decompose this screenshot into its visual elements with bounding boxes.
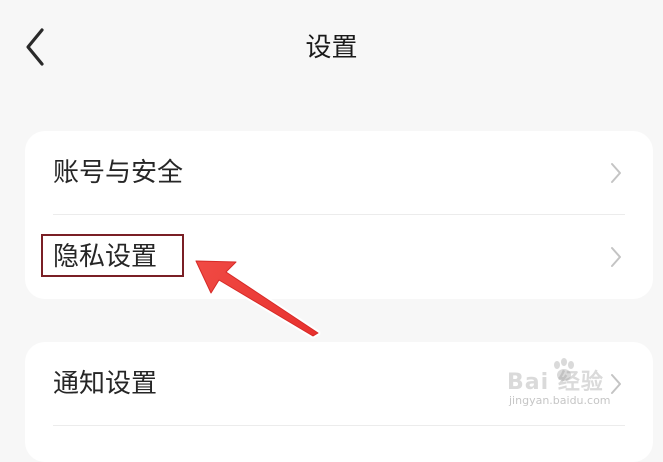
chevron-right-icon	[611, 374, 621, 394]
settings-item-privacy[interactable]: 隐私设置	[25, 215, 653, 299]
page-title: 设置	[305, 33, 358, 63]
chevron-right-icon	[611, 163, 621, 183]
chevron-right-icon	[611, 247, 621, 267]
top-nav-bar: 设置	[0, 0, 663, 96]
settings-item-label: 隐私设置	[53, 242, 158, 272]
settings-group-account: 账号与安全 隐私设置	[25, 131, 653, 299]
settings-group-notifications: 通知设置	[25, 342, 653, 462]
settings-item-account-security[interactable]: 账号与安全	[25, 131, 653, 215]
row-divider	[53, 425, 625, 426]
settings-item-label: 通知设置	[53, 369, 158, 399]
settings-item-label: 账号与安全	[53, 158, 184, 188]
settings-item-notifications[interactable]: 通知设置	[25, 342, 653, 426]
